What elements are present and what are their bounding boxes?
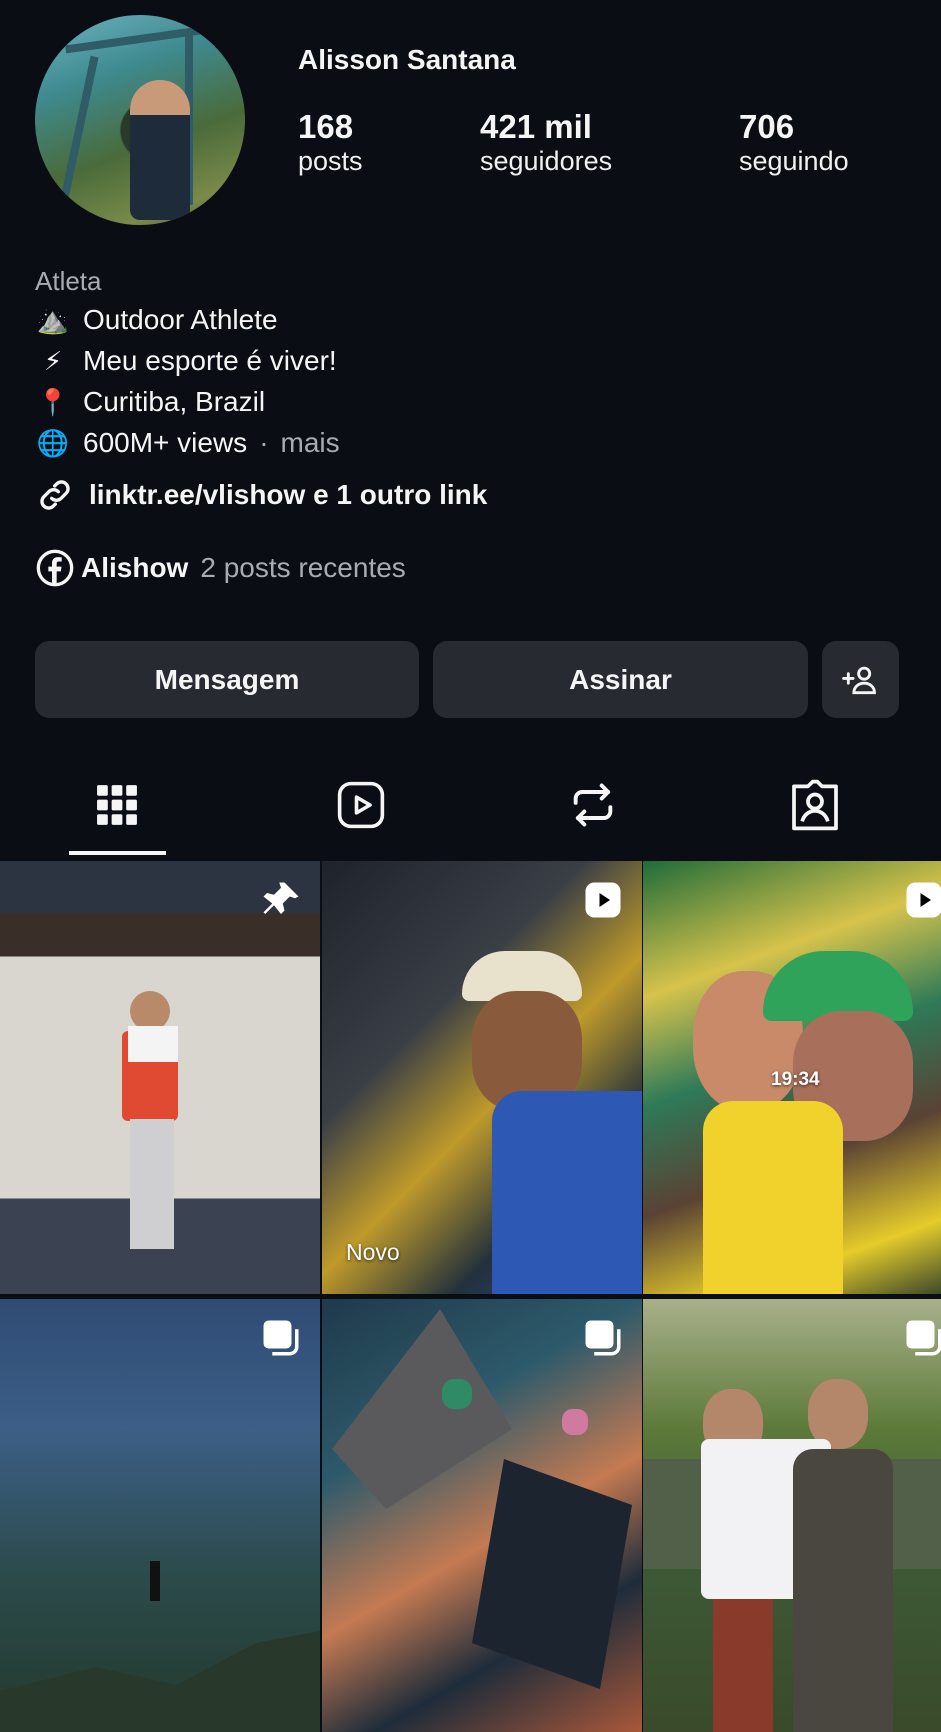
active-tab-indicator: [69, 851, 166, 855]
grid-post[interactable]: [322, 1299, 642, 1732]
profile-category: Atleta: [35, 266, 102, 297]
grid-post[interactable]: [0, 1299, 320, 1732]
profile-name: Alisson Santana: [298, 44, 516, 76]
bio-text: Outdoor Athlete: [83, 304, 278, 336]
carousel-icon: [903, 1317, 941, 1364]
facebook-link[interactable]: Alishow 2 posts recentes: [35, 548, 406, 588]
post-caption: 19:34: [771, 1069, 820, 1091]
post-caption: Novo: [346, 1239, 400, 1266]
grid-icon: [94, 782, 140, 828]
profile-link[interactable]: linktr.ee/vlishow e 1 outro link: [35, 475, 487, 515]
bio-more-link[interactable]: mais: [281, 427, 340, 459]
bio-line: ⛰️ Outdoor Athlete: [35, 304, 278, 336]
carousel-icon: [582, 1317, 624, 1364]
tab-reposts[interactable]: [533, 770, 653, 840]
grid-post[interactable]: Novo: [322, 861, 642, 1294]
bio-line: 🌐 600M+ views · mais: [35, 427, 340, 459]
reels-icon: [334, 778, 388, 832]
carousel-icon: [260, 1317, 302, 1364]
stat-followers[interactable]: 421 mil seguidores: [480, 108, 612, 177]
grid-post[interactable]: [0, 861, 320, 1294]
stat-following[interactable]: 706 seguindo: [739, 108, 849, 177]
tab-tagged[interactable]: [755, 770, 875, 840]
bio-line: 📍 Curitiba, Brazil: [35, 386, 265, 418]
mountain-icon: ⛰️: [35, 305, 71, 336]
tab-grid[interactable]: [57, 770, 177, 840]
link-icon: [35, 475, 75, 515]
globe-icon: 🌐: [35, 428, 71, 459]
bio-text: 600M+ views: [83, 427, 247, 459]
grid-post[interactable]: 19:34: [643, 861, 941, 1294]
profile-avatar[interactable]: [35, 15, 245, 225]
tagged-icon: [787, 777, 843, 833]
repost-icon: [567, 779, 619, 831]
pin-icon: [260, 879, 302, 926]
message-button[interactable]: Mensagem: [35, 641, 419, 718]
grid-post[interactable]: [643, 1299, 941, 1732]
facebook-recent: 2 posts recentes: [200, 552, 405, 584]
facebook-name: Alishow: [81, 552, 188, 584]
link-text: linktr.ee/vlishow e 1 outro link: [89, 479, 487, 511]
tab-reels[interactable]: [301, 770, 421, 840]
stat-posts[interactable]: 168 posts: [298, 108, 363, 177]
pin-icon: 📍: [35, 387, 71, 418]
subscribe-button[interactable]: Assinar: [433, 641, 808, 718]
bio-text: Meu esporte é viver!: [83, 345, 337, 377]
add-user-icon: [842, 661, 880, 699]
bio-line: ⚡ Meu esporte é viver!: [35, 345, 337, 377]
bio-text: Curitiba, Brazil: [83, 386, 265, 418]
add-user-button[interactable]: [822, 641, 899, 718]
facebook-icon: [35, 548, 75, 588]
lightning-icon: ⚡: [35, 346, 71, 377]
reel-icon: [903, 879, 941, 926]
reel-icon: [582, 879, 624, 926]
